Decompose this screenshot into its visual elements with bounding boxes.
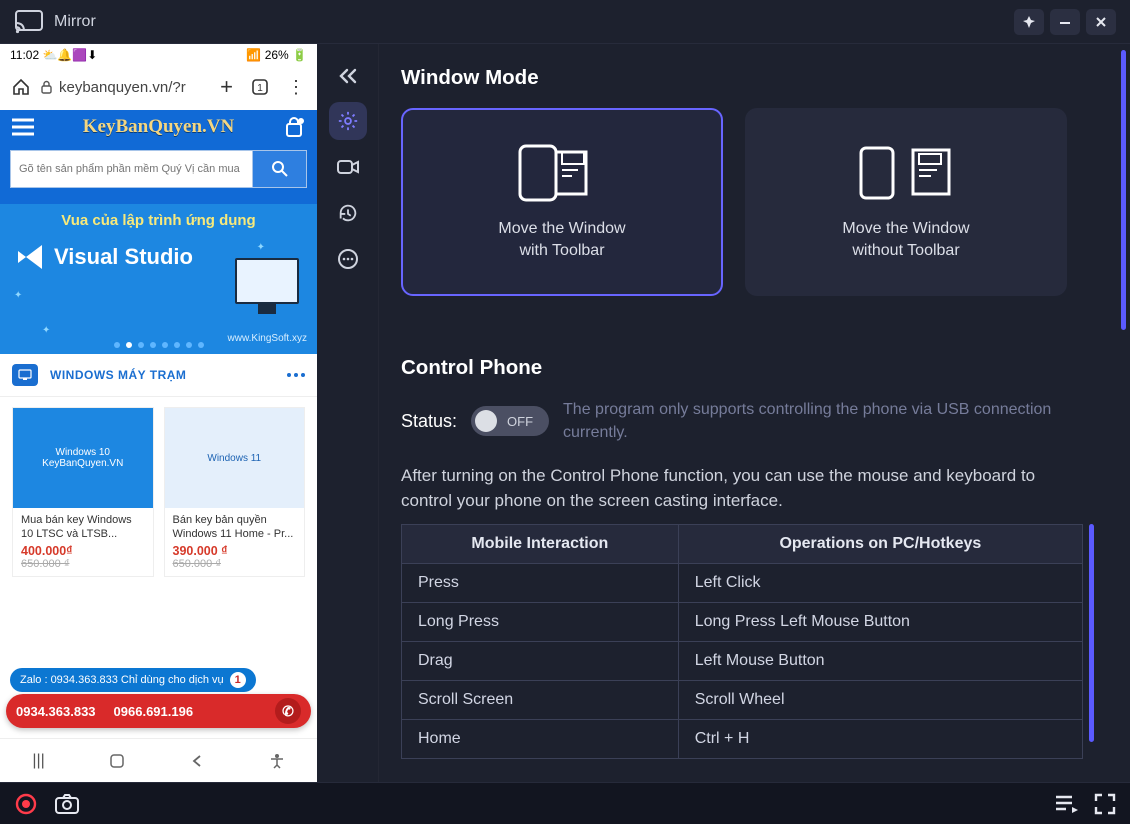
- rail-item-record[interactable]: [329, 148, 367, 186]
- svg-text:1: 1: [257, 83, 263, 94]
- site-header: KeyBanQuyen.VN: [0, 110, 317, 144]
- accessibility-icon[interactable]: [269, 753, 285, 769]
- monitor-graphic: [235, 258, 299, 304]
- banner-url: www.KingSoft.xyz: [228, 333, 307, 344]
- gear-icon: [337, 110, 359, 132]
- url-display[interactable]: keybanquyen.vn/?r: [40, 79, 186, 96]
- control-phone-switch[interactable]: OFF: [471, 406, 549, 436]
- close-button[interactable]: [1086, 9, 1116, 35]
- content-scrollbar[interactable]: [1121, 50, 1126, 772]
- tabs-icon[interactable]: 1: [251, 78, 269, 96]
- carousel-dots[interactable]: [114, 342, 204, 348]
- product-grid: Windows 10 KeyBanQuyen.VN Mua bán key Wi…: [0, 397, 317, 587]
- banner-tagline: Vua của lập trình ứng dụng: [0, 204, 317, 229]
- search-icon: [271, 160, 289, 178]
- product-oldprice: 650.000 ₫: [13, 558, 153, 570]
- table-row: Scroll ScreenScroll Wheel: [402, 680, 1083, 719]
- window-mode-heading: Window Mode: [401, 66, 1120, 90]
- more-icon: [337, 248, 359, 270]
- hotline-pill[interactable]: 0934.363.833 0966.691.196 ✆: [6, 694, 311, 728]
- zalo-text: Zalo : 0934.363.833 Chỉ dùng cho dịch vụ: [20, 674, 224, 686]
- titlebar: Mirror: [0, 0, 1130, 44]
- record-button[interactable]: [14, 792, 38, 816]
- product-card[interactable]: Windows 10 KeyBanQuyen.VN Mua bán key Wi…: [12, 407, 154, 577]
- rail-item-more[interactable]: [329, 240, 367, 278]
- monitor-icon: [12, 364, 38, 386]
- home-button[interactable]: [109, 753, 125, 769]
- video-icon: [337, 158, 359, 176]
- back-button[interactable]: [190, 754, 204, 768]
- hamburger-icon[interactable]: [12, 118, 34, 136]
- search-button[interactable]: [253, 150, 307, 188]
- table-row: PressLeft Click: [402, 563, 1083, 602]
- product-oldprice: 650.000 ₫: [165, 558, 305, 570]
- product-thumb: Windows 10 KeyBanQuyen.VN: [13, 408, 153, 508]
- hotline-a: 0934.363.833: [16, 704, 96, 719]
- vs-logo-icon: [14, 243, 46, 271]
- playlist-button[interactable]: [1054, 793, 1080, 815]
- home-icon[interactable]: [12, 78, 30, 96]
- table-row: DragLeft Mouse Button: [402, 641, 1083, 680]
- recent-apps-button[interactable]: |||: [32, 752, 44, 770]
- product-price: 390.000 ₫: [165, 544, 305, 558]
- window-mode-with-toolbar[interactable]: Move the Window with Toolbar: [401, 108, 723, 296]
- promo-banner: Vua của lập trình ứng dụng Visual Studio…: [0, 204, 317, 354]
- product-price: 400.000₫: [13, 544, 153, 558]
- zalo-badge: 1: [230, 672, 246, 688]
- wm-without-line2: without Toolbar: [842, 240, 969, 262]
- cart-icon[interactable]: [283, 116, 305, 138]
- site-search: [0, 144, 317, 204]
- new-tab-icon[interactable]: +: [220, 74, 233, 100]
- window-mode-without-toolbar[interactable]: Move the Window without Toolbar: [745, 108, 1067, 296]
- wm-with-line2: with Toolbar: [498, 240, 625, 262]
- phone-statusbar: 11:02 ⛅🔔🟪⬇ 📶 26% 🔋: [0, 44, 317, 66]
- th-mobile: Mobile Interaction: [402, 524, 679, 563]
- wm-without-line1: Move the Window: [842, 218, 969, 240]
- banner-brand: Visual Studio: [54, 244, 193, 270]
- product-title: Bán key bản quyền Windows 11 Home - Pr..…: [165, 508, 305, 544]
- category-more-icon[interactable]: [287, 373, 305, 377]
- switch-text: OFF: [507, 414, 533, 429]
- minimize-button[interactable]: [1050, 9, 1080, 35]
- category-label: WINDOWS MÁY TRẠM: [50, 368, 186, 382]
- app-title: Mirror: [54, 13, 96, 31]
- control-note: After turning on the Control Phone funct…: [401, 464, 1081, 513]
- browser-menu-icon[interactable]: ⋮: [287, 77, 305, 98]
- status-hint: The program only supports controlling th…: [563, 398, 1063, 444]
- fullscreen-button[interactable]: [1094, 793, 1116, 815]
- settings-content: Window Mode Move the Window with Toolbar: [379, 44, 1130, 782]
- bottom-bar: [0, 782, 1130, 824]
- hotline-b: 0966.691.196: [114, 704, 194, 719]
- search-input[interactable]: [10, 150, 253, 188]
- control-phone-heading: Control Phone: [401, 356, 1120, 380]
- category-bar: WINDOWS MÁY TRẠM: [0, 354, 317, 397]
- hotkeys-table: Mobile Interaction Operations on PC/Hotk…: [401, 524, 1083, 759]
- settings-rail: [317, 44, 379, 782]
- phone-preview: 11:02 ⛅🔔🟪⬇ 📶 26% 🔋 keybanquyen.vn/?r + 1…: [0, 44, 317, 782]
- table-row: Long PressLong Press Left Mouse Button: [402, 602, 1083, 641]
- screenshot-button[interactable]: [54, 793, 80, 815]
- rail-item-history[interactable]: [329, 194, 367, 232]
- collapse-rail-button[interactable]: [330, 58, 366, 94]
- wm-with-line1: Move the Window: [498, 218, 625, 240]
- product-card[interactable]: Windows 11 Bán key bản quyền Windows 11 …: [164, 407, 306, 577]
- product-thumb: Windows 11: [165, 408, 305, 508]
- status-label: Status:: [401, 411, 457, 432]
- rail-item-settings[interactable]: [329, 102, 367, 140]
- product-title: Mua bán key Windows 10 LTSC và LTSB...: [13, 508, 153, 544]
- site-title: KeyBanQuyen.VN: [83, 116, 235, 138]
- android-navbar: |||: [0, 738, 317, 782]
- cast-icon: [14, 9, 44, 35]
- browser-toolbar: keybanquyen.vn/?r + 1 ⋮: [0, 66, 317, 110]
- window-with-toolbar-icon: [516, 142, 608, 204]
- window-without-toolbar-icon: [851, 142, 961, 204]
- th-pc: Operations on PC/Hotkeys: [678, 524, 1082, 563]
- history-icon: [337, 202, 359, 224]
- table-scrollbar[interactable]: [1089, 524, 1094, 742]
- phone-icon: ✆: [275, 698, 301, 724]
- pin-button[interactable]: [1014, 9, 1044, 35]
- table-row: HomeCtrl + H: [402, 719, 1083, 758]
- zalo-pill[interactable]: Zalo : 0934.363.833 Chỉ dùng cho dịch vụ…: [10, 668, 256, 692]
- lock-icon: [40, 80, 53, 94]
